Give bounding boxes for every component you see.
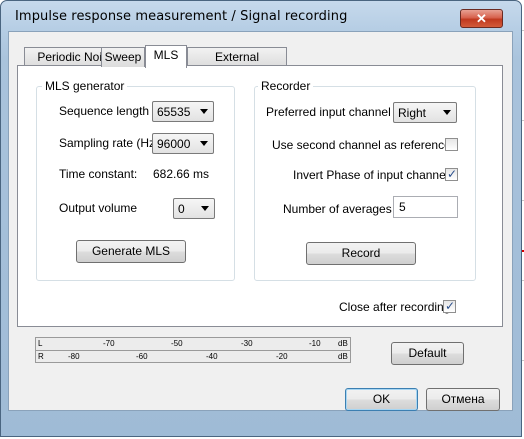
sampling-rate-label: Sampling rate (Hz): [59, 136, 160, 150]
input-value: 5: [399, 200, 406, 214]
default-button[interactable]: Default: [391, 342, 464, 365]
recorder-title: Recorder: [258, 79, 314, 93]
button-label: OK: [372, 392, 391, 406]
second-channel-checkbox[interactable]: [445, 138, 458, 151]
window-title: Impulse response measurement / Signal re…: [15, 9, 348, 24]
record-button[interactable]: Record: [306, 242, 416, 265]
cancel-button[interactable]: Отмена: [426, 388, 500, 411]
time-constant-value: 682.66 ms: [153, 167, 210, 181]
tab-mls[interactable]: MLS: [145, 45, 187, 68]
meter-tick-label: -60: [136, 352, 148, 361]
meter-tick-label: -40: [206, 352, 218, 361]
invert-phase-label: Invert Phase of input channel: [293, 168, 449, 182]
close-icon: ✕: [476, 11, 487, 26]
select-value: Right: [398, 106, 427, 120]
chevron-down-icon: [200, 109, 208, 114]
ok-button[interactable]: OK: [345, 388, 418, 411]
button-label: Generate MLS: [91, 244, 171, 258]
averages-input[interactable]: 5: [393, 196, 458, 218]
tab-label: MLS: [153, 48, 179, 62]
meter-channel-label: L: [38, 339, 43, 348]
preferred-input-label: Preferred input channel: [266, 105, 391, 119]
tab-sweep[interactable]: Sweep: [101, 47, 145, 67]
invert-phase-checkbox[interactable]: ✓: [445, 167, 458, 181]
button-label: Default: [408, 346, 447, 360]
meter-tick-label: -30: [241, 339, 253, 348]
averages-label: Number of averages: [283, 202, 392, 216]
select-value: 0: [178, 202, 185, 216]
sequence-length-select[interactable]: 65535: [152, 101, 214, 122]
time-constant-label: Time constant:: [59, 167, 138, 181]
tab-label: Sweep: [104, 50, 142, 64]
button-label: Отмена: [441, 392, 485, 406]
second-channel-label: Use second channel as reference: [272, 138, 451, 152]
meter-unit-label: dB: [338, 352, 348, 361]
output-volume-label: Output volume: [59, 201, 138, 215]
output-volume-select[interactable]: 0: [173, 198, 215, 219]
meter-channel-label: R: [38, 352, 44, 361]
meter-unit-label: dB: [338, 339, 348, 348]
checkmark-icon: ✓: [447, 167, 458, 181]
meter-tick-label: -50: [171, 339, 183, 348]
mls-generator-title: MLS generator: [42, 79, 128, 93]
generate-mls-button[interactable]: Generate MLS: [76, 240, 186, 263]
select-value: 65535: [157, 105, 191, 119]
close-after-recording-checkbox[interactable]: ✓: [443, 299, 456, 313]
meter-tick-label: -80: [68, 352, 80, 361]
chevron-down-icon: [201, 206, 209, 211]
chevron-down-icon: [443, 110, 451, 115]
button-label: Record: [341, 246, 381, 260]
level-meter-row-r: R -80 -60 -40 -20 dB: [36, 351, 350, 363]
level-meter-row-l: L -70 -50 -30 -10 dB: [36, 338, 350, 350]
meter-tick-label: -70: [103, 339, 115, 348]
level-meter: L -70 -50 -30 -10 dB R -80 -60 -40 -20 d…: [35, 337, 351, 363]
close-button[interactable]: ✕: [460, 9, 503, 28]
select-value: 96000: [157, 137, 191, 151]
chevron-down-icon: [200, 141, 208, 146]
title-bar[interactable]: Impulse response measurement / Signal re…: [1, 1, 521, 31]
sampling-rate-select[interactable]: 96000: [152, 133, 214, 154]
tab-external-excitation[interactable]: External excitation: [187, 47, 287, 82]
meter-tick-label: -10: [309, 339, 321, 348]
checkmark-icon: ✓: [445, 299, 456, 313]
preferred-input-select[interactable]: Right: [393, 102, 457, 123]
sequence-length-label: Sequence length: [59, 104, 150, 118]
close-after-recording-label: Close after recording: [339, 300, 451, 314]
meter-tick-label: -20: [276, 352, 288, 361]
